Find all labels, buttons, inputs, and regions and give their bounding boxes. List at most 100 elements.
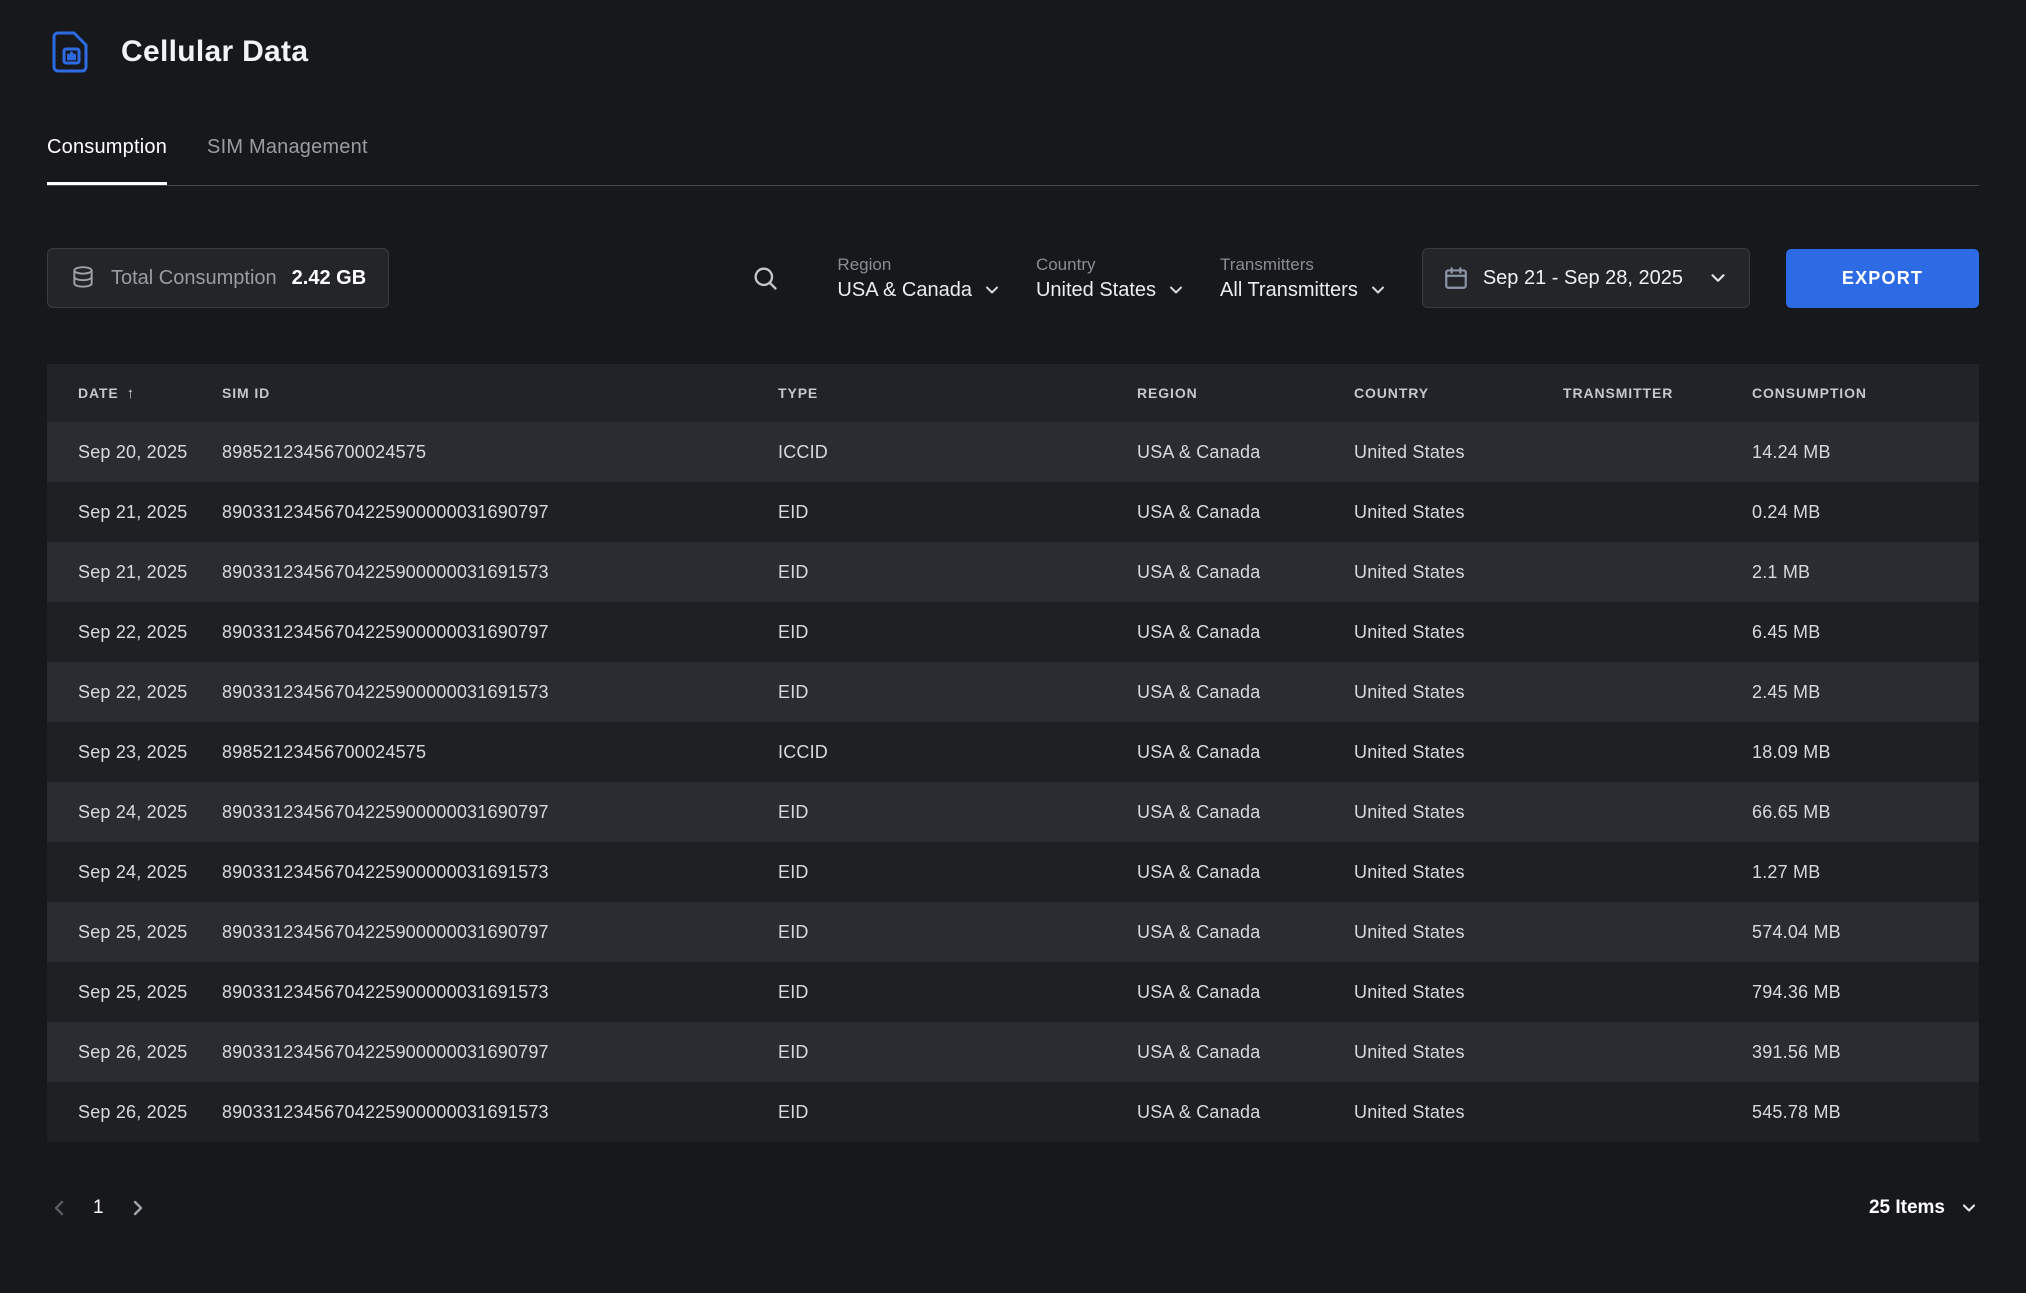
cell-sim-id: 89033123456704225900000031690797 [222,902,778,962]
region-value: USA & Canada [837,279,972,302]
cell-sim-id: 89033123456704225900000031690797 [222,1022,778,1082]
region-dropdown[interactable]: Region USA & Canada [837,255,1002,302]
cell-type: EID [778,1082,1137,1142]
cell-type: EID [778,482,1137,542]
cell-region: USA & Canada [1137,602,1354,662]
cell-region: USA & Canada [1137,842,1354,902]
cell-country: United States [1354,842,1563,902]
pagination-bar: 1 25 Items [47,1196,1979,1220]
column-header-transmitter[interactable]: TRANSMITTER [1563,364,1752,422]
country-dropdown[interactable]: Country United States [1036,255,1186,302]
search-icon [751,264,779,292]
transmitters-label: Transmitters [1220,255,1388,275]
page-header: Cellular Data [47,0,1979,76]
next-page-button[interactable] [126,1196,150,1220]
cell-region: USA & Canada [1137,962,1354,1022]
cell-consumption: 545.78 MB [1752,1082,1979,1142]
sort-ascending-icon: ↑ [127,385,135,402]
cell-date: Sep 22, 2025 [47,602,222,662]
cell-country: United States [1354,602,1563,662]
items-per-page-select[interactable]: 25 Items [1869,1197,1979,1219]
table-row: Sep 20, 202589852123456700024575ICCIDUSA… [47,422,1979,482]
column-header-country[interactable]: COUNTRY [1354,364,1563,422]
cell-transmitter [1563,1022,1752,1082]
column-header-region[interactable]: REGION [1137,364,1354,422]
sim-card-icon [47,28,95,76]
cell-region: USA & Canada [1137,1022,1354,1082]
column-header-date[interactable]: DATE↑ [47,364,222,422]
current-page[interactable]: 1 [93,1197,104,1219]
cell-region: USA & Canada [1137,1082,1354,1142]
chevron-down-icon [982,280,1002,300]
cell-date: Sep 25, 2025 [47,962,222,1022]
transmitters-dropdown[interactable]: Transmitters All Transmitters [1220,255,1388,302]
chevron-right-icon [126,1196,150,1220]
cell-sim-id: 89033123456704225900000031691573 [222,542,778,602]
cell-transmitter [1563,602,1752,662]
cell-country: United States [1354,902,1563,962]
cell-country: United States [1354,1022,1563,1082]
cell-date: Sep 20, 2025 [47,422,222,482]
column-header-consumption[interactable]: CONSUMPTION [1752,364,1979,422]
cell-transmitter [1563,662,1752,722]
cell-transmitter [1563,1082,1752,1142]
cell-sim-id: 89033123456704225900000031690797 [222,482,778,542]
cell-date: Sep 26, 2025 [47,1022,222,1082]
tab-bar: Consumption SIM Management [47,136,1979,186]
cell-consumption: 66.65 MB [1752,782,1979,842]
cell-consumption: 1.27 MB [1752,842,1979,902]
column-header-sim-id[interactable]: SIM ID [222,364,778,422]
table-row: Sep 24, 20258903312345670422590000003169… [47,842,1979,902]
cell-date: Sep 26, 2025 [47,1082,222,1142]
cell-country: United States [1354,482,1563,542]
column-header-type[interactable]: TYPE [778,364,1137,422]
chevron-down-icon [1959,1198,1979,1218]
page-title: Cellular Data [121,35,308,69]
cell-type: EID [778,842,1137,902]
cell-type: EID [778,602,1137,662]
table-row: Sep 22, 20258903312345670422590000003169… [47,662,1979,722]
table-row: Sep 26, 20258903312345670422590000003169… [47,1082,1979,1142]
region-label: Region [837,255,1002,275]
cell-transmitter [1563,842,1752,902]
cell-date: Sep 23, 2025 [47,722,222,782]
cell-date: Sep 21, 2025 [47,542,222,602]
search-button[interactable] [751,264,779,292]
cell-sim-id: 89033123456704225900000031691573 [222,962,778,1022]
cell-sim-id: 89852123456700024575 [222,722,778,782]
cell-region: USA & Canada [1137,902,1354,962]
cell-consumption: 14.24 MB [1752,422,1979,482]
cell-sim-id: 89033123456704225900000031690797 [222,602,778,662]
cell-type: EID [778,902,1137,962]
table-row: Sep 21, 20258903312345670422590000003169… [47,482,1979,542]
tab-consumption[interactable]: Consumption [47,136,167,185]
cell-transmitter [1563,782,1752,842]
tab-sim-management[interactable]: SIM Management [207,136,368,185]
cell-date: Sep 22, 2025 [47,662,222,722]
cell-sim-id: 89852123456700024575 [222,422,778,482]
previous-page-button[interactable] [47,1196,71,1220]
chevron-down-icon [1707,267,1729,289]
cell-transmitter [1563,902,1752,962]
cell-region: USA & Canada [1137,782,1354,842]
country-label: Country [1036,255,1186,275]
table-row: Sep 26, 20258903312345670422590000003169… [47,1022,1979,1082]
cell-country: United States [1354,1082,1563,1142]
cell-region: USA & Canada [1137,542,1354,602]
cell-date: Sep 24, 2025 [47,842,222,902]
cell-country: United States [1354,662,1563,722]
cell-consumption: 794.36 MB [1752,962,1979,1022]
cell-transmitter [1563,962,1752,1022]
date-range-picker[interactable]: Sep 21 - Sep 28, 2025 [1422,248,1750,308]
table-row: Sep 21, 20258903312345670422590000003169… [47,542,1979,602]
chevron-left-icon [47,1196,71,1220]
table-row: Sep 22, 20258903312345670422590000003169… [47,602,1979,662]
database-icon [70,265,96,291]
cell-type: ICCID [778,422,1137,482]
cell-consumption: 2.1 MB [1752,542,1979,602]
cell-region: USA & Canada [1137,722,1354,782]
table-row: Sep 25, 20258903312345670422590000003169… [47,962,1979,1022]
cell-consumption: 574.04 MB [1752,902,1979,962]
calendar-icon [1443,265,1469,291]
export-button[interactable]: EXPORT [1786,249,1979,308]
